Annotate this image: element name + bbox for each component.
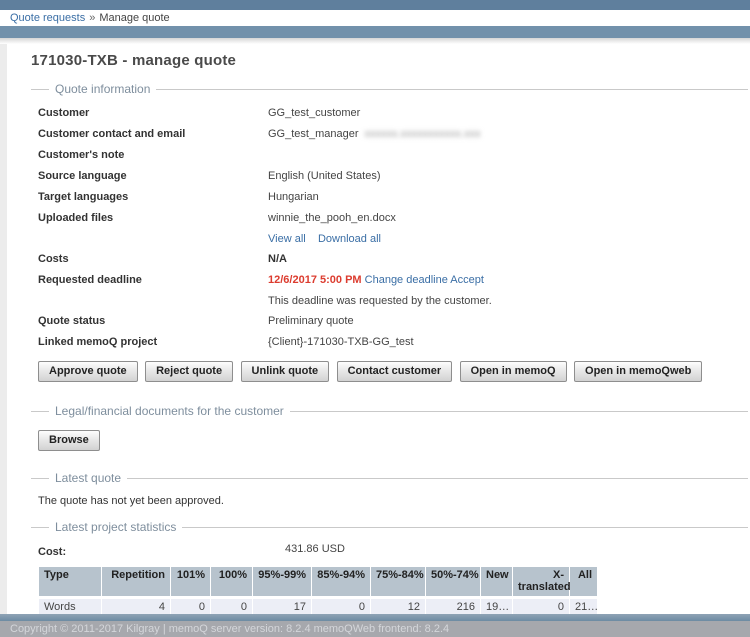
change-deadline-link[interactable]: Change deadline: [365, 274, 448, 286]
field-quote-status-value: Preliminary quote: [268, 315, 354, 328]
field-requested-deadline-label: Requested deadline: [38, 274, 268, 287]
field-costs-label: Costs: [38, 253, 268, 266]
browse-button[interactable]: Browse: [38, 430, 100, 451]
deadline-note: This deadline was requested by the custo…: [268, 295, 750, 307]
field-customer-value: GG_test_customer: [268, 107, 360, 120]
section-latest-quote-label: Latest quote: [49, 471, 127, 485]
cost-label: Cost:: [38, 543, 285, 558]
breadcrumb-link-quote-requests[interactable]: Quote requests: [10, 12, 85, 24]
col-95-99: 95%-99%: [253, 567, 311, 598]
field-requested-deadline: Requested deadline 12/6/2017 5:00 PM Cha…: [38, 274, 750, 287]
field-linked-project-label: Linked memoQ project: [38, 336, 268, 349]
col-85-94: 85%-94%: [312, 567, 370, 598]
footer-copyright: Copyright © 2011-2017 Kilgray | memoQ se…: [10, 623, 449, 635]
section-latest-statistics-label: Latest project statistics: [49, 520, 182, 534]
field-customer-label: Customer: [38, 107, 268, 120]
page-title: 171030-TXB - manage quote: [31, 52, 750, 69]
approve-quote-button[interactable]: Approve quote: [38, 361, 138, 382]
breadcrumb-separator: »: [89, 12, 95, 24]
field-uploaded-files-label: Uploaded files: [38, 212, 268, 225]
section-legal-docs: Legal/financial documents for the custom…: [31, 404, 748, 418]
field-contact-label: Customer contact and email: [38, 128, 268, 141]
field-customer: Customer GG_test_customer: [38, 107, 750, 120]
field-quote-status-label: Quote status: [38, 315, 268, 328]
download-all-link[interactable]: Download all: [318, 233, 381, 245]
customer-email-redacted: xxxxxx.xxxxxxxxxxx.xxx: [365, 128, 481, 141]
table-row-words: Words 4 0 0 17 0 12 216 19… 0 21…: [39, 599, 597, 614]
field-linked-project-value: {Client}-171030-TXB-GG_test: [268, 336, 414, 349]
breadcrumb: Quote requests » Manage quote: [0, 10, 750, 26]
requested-deadline-value: 12/6/2017 5:00 PM: [268, 274, 362, 286]
field-contact-value: GG_test_manager: [268, 128, 359, 141]
accept-deadline-link[interactable]: Accept: [450, 274, 484, 286]
footer-accent-bar: [0, 614, 750, 621]
footer: Copyright © 2011-2017 Kilgray | memoQ se…: [0, 614, 750, 637]
statistics-cost: Cost: 431.86 USD: [38, 543, 750, 558]
col-75-84: 75%-84%: [371, 567, 425, 598]
col-x-translated: X-translated: [513, 567, 569, 598]
col-100: 100%: [211, 567, 252, 598]
field-target-languages: Target languages Hungarian: [38, 191, 750, 204]
field-uploaded-files-value: winnie_the_pooh_en.docx: [268, 212, 396, 225]
field-source-language: Source language English (United States): [38, 170, 750, 183]
col-50-74: 50%-74%: [426, 567, 480, 598]
cost-value: 431.86 USD: [285, 543, 345, 558]
reject-quote-button[interactable]: Reject quote: [145, 361, 233, 382]
col-repetition: Repetition: [102, 567, 170, 598]
contact-customer-button[interactable]: Contact customer: [337, 361, 453, 382]
top-accent-bar: [0, 0, 750, 10]
field-source-language-value: English (United States): [268, 170, 381, 183]
field-source-language-label: Source language: [38, 170, 268, 183]
field-costs: Costs N/A: [38, 253, 750, 266]
field-contact: Customer contact and email GG_test_manag…: [38, 128, 750, 141]
section-quote-information: Quote information: [31, 82, 748, 96]
breadcrumb-current: Manage quote: [99, 12, 169, 24]
col-new: New: [481, 567, 512, 598]
quote-action-buttons: Approve quote Reject quote Unlink quote …: [38, 361, 750, 382]
section-latest-statistics: Latest project statistics: [31, 520, 748, 534]
field-customer-note: Customer's note: [38, 149, 750, 162]
open-in-memoq-button[interactable]: Open in memoQ: [460, 361, 567, 382]
view-all-link[interactable]: View all: [268, 233, 306, 245]
field-target-languages-label: Target languages: [38, 191, 268, 204]
open-in-memoqweb-button[interactable]: Open in memoQweb: [574, 361, 702, 382]
field-uploaded-files: Uploaded files winnie_the_pooh_en.docx: [38, 212, 750, 225]
manage-quote-page: Quote requests » Manage quote 171030-TXB…: [0, 0, 750, 637]
unlink-quote-button[interactable]: Unlink quote: [241, 361, 330, 382]
uploaded-files-links: View all Download all: [268, 233, 750, 245]
col-101: 101%: [171, 567, 210, 598]
section-quote-information-label: Quote information: [49, 82, 156, 96]
col-type: Type: [39, 567, 101, 598]
field-quote-status: Quote status Preliminary quote: [38, 315, 750, 328]
section-latest-quote: Latest quote: [31, 471, 748, 485]
field-linked-project: Linked memoQ project {Client}-171030-TXB…: [38, 336, 750, 349]
field-costs-value: N/A: [268, 253, 287, 266]
col-all: All: [570, 567, 597, 598]
statistics-header-row: Type Repetition 101% 100% 95%-99% 85%-94…: [39, 567, 597, 598]
quote-info-fields: Customer GG_test_customer Customer conta…: [38, 107, 750, 349]
latest-quote-message: The quote has not yet been approved.: [38, 495, 750, 507]
section-legal-docs-label: Legal/financial documents for the custom…: [49, 404, 290, 418]
field-customer-note-label: Customer's note: [38, 149, 268, 162]
field-target-languages-value: Hungarian: [268, 191, 319, 204]
main-content: 171030-TXB - manage quote Quote informat…: [0, 44, 750, 614]
statistics-table: Type Repetition 101% 100% 95%-99% 85%-94…: [38, 566, 598, 614]
second-accent-bar: [0, 26, 750, 38]
